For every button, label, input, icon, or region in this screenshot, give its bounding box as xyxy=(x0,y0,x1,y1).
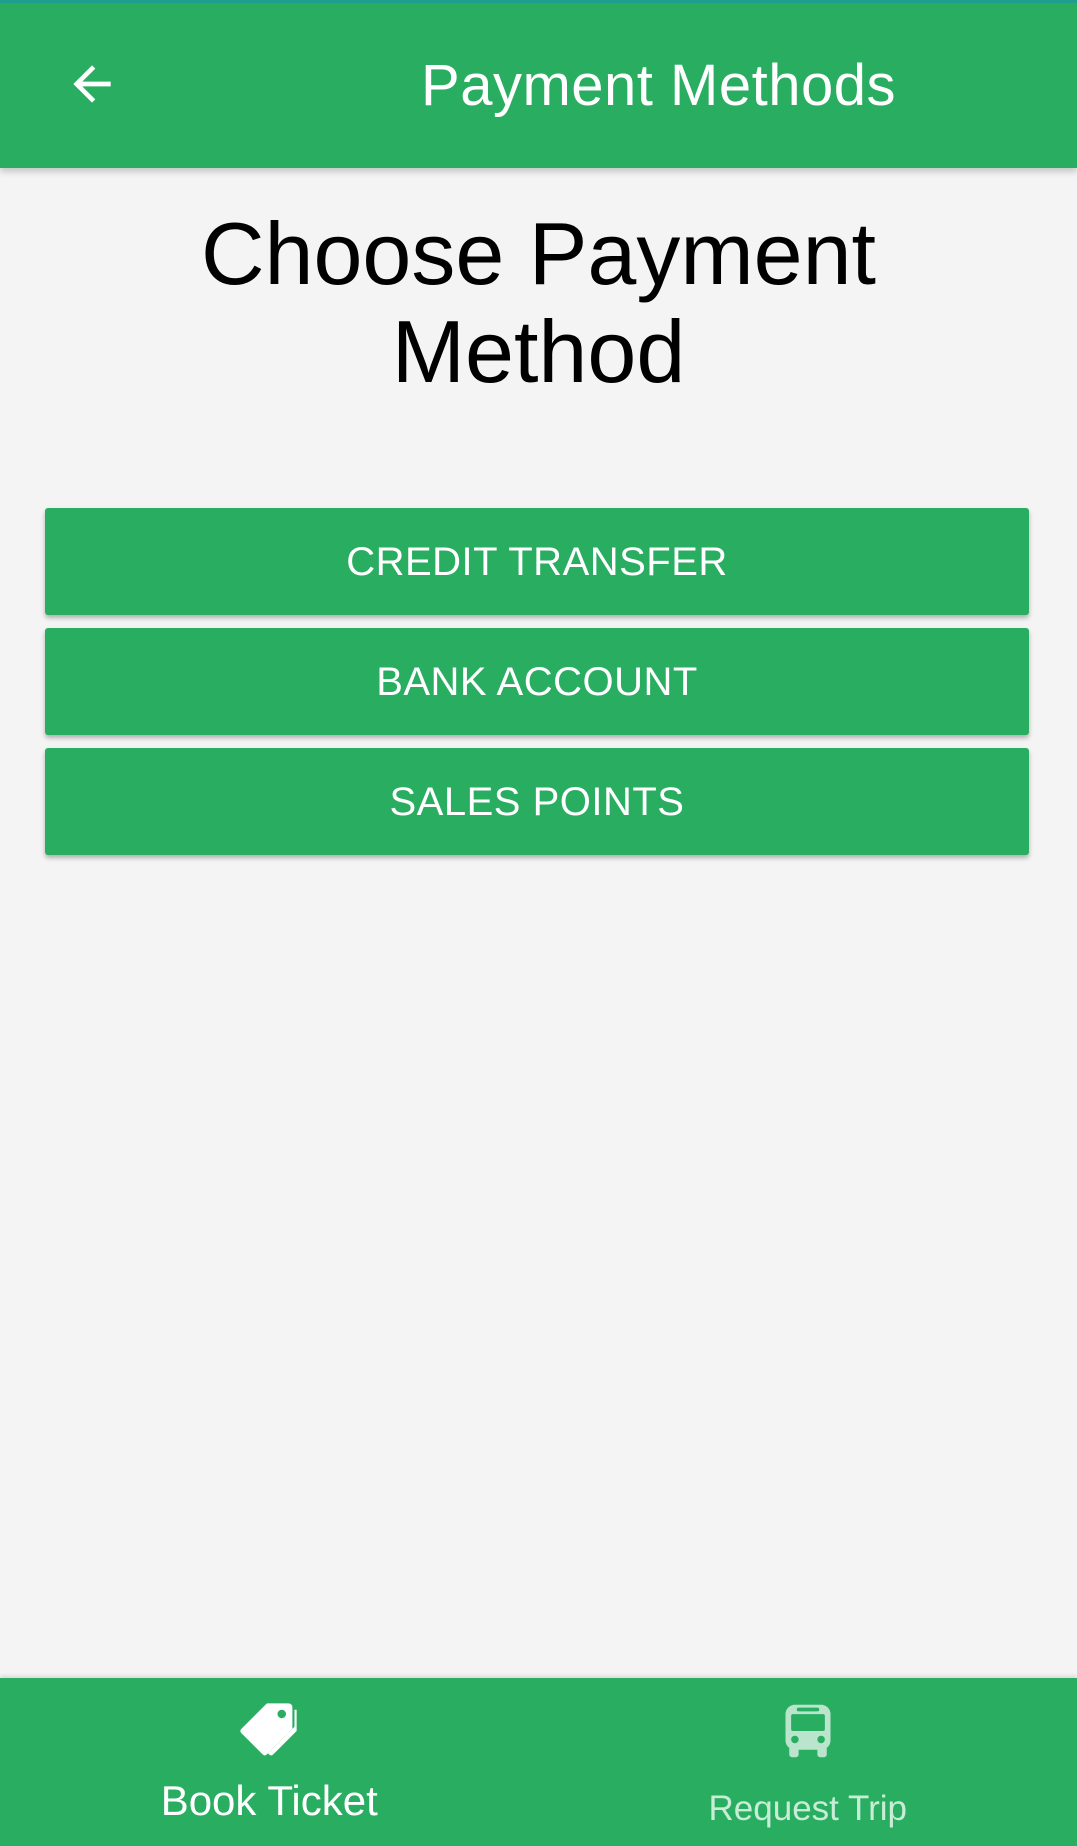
app-bar: Payment Methods xyxy=(0,0,1077,168)
app-screen: Payment Methods Choose Payment Method CR… xyxy=(0,0,1077,1846)
tags-icon xyxy=(234,1696,304,1766)
bank-account-button[interactable]: BANK ACCOUNT xyxy=(45,628,1029,735)
choose-payment-heading: Choose Payment Method xyxy=(200,204,877,401)
credit-transfer-button[interactable]: CREDIT TRANSFER xyxy=(45,508,1029,615)
nav-item-book-ticket[interactable]: Book Ticket xyxy=(0,1678,539,1846)
back-button[interactable] xyxy=(52,44,132,124)
sales-points-button[interactable]: SALES POINTS xyxy=(45,748,1029,855)
arrow-left-icon xyxy=(73,65,111,103)
nav-item-request-trip[interactable]: Request Trip xyxy=(539,1678,1077,1846)
page-title: Payment Methods xyxy=(421,53,896,118)
nav-label-book-ticket: Book Ticket xyxy=(160,1777,378,1824)
status-line xyxy=(0,0,1077,3)
bottom-navigation: Book Ticket Request Trip xyxy=(0,1678,1077,1846)
bus-icon xyxy=(773,1696,843,1766)
nav-label-request-trip: Request Trip xyxy=(708,1789,907,1828)
